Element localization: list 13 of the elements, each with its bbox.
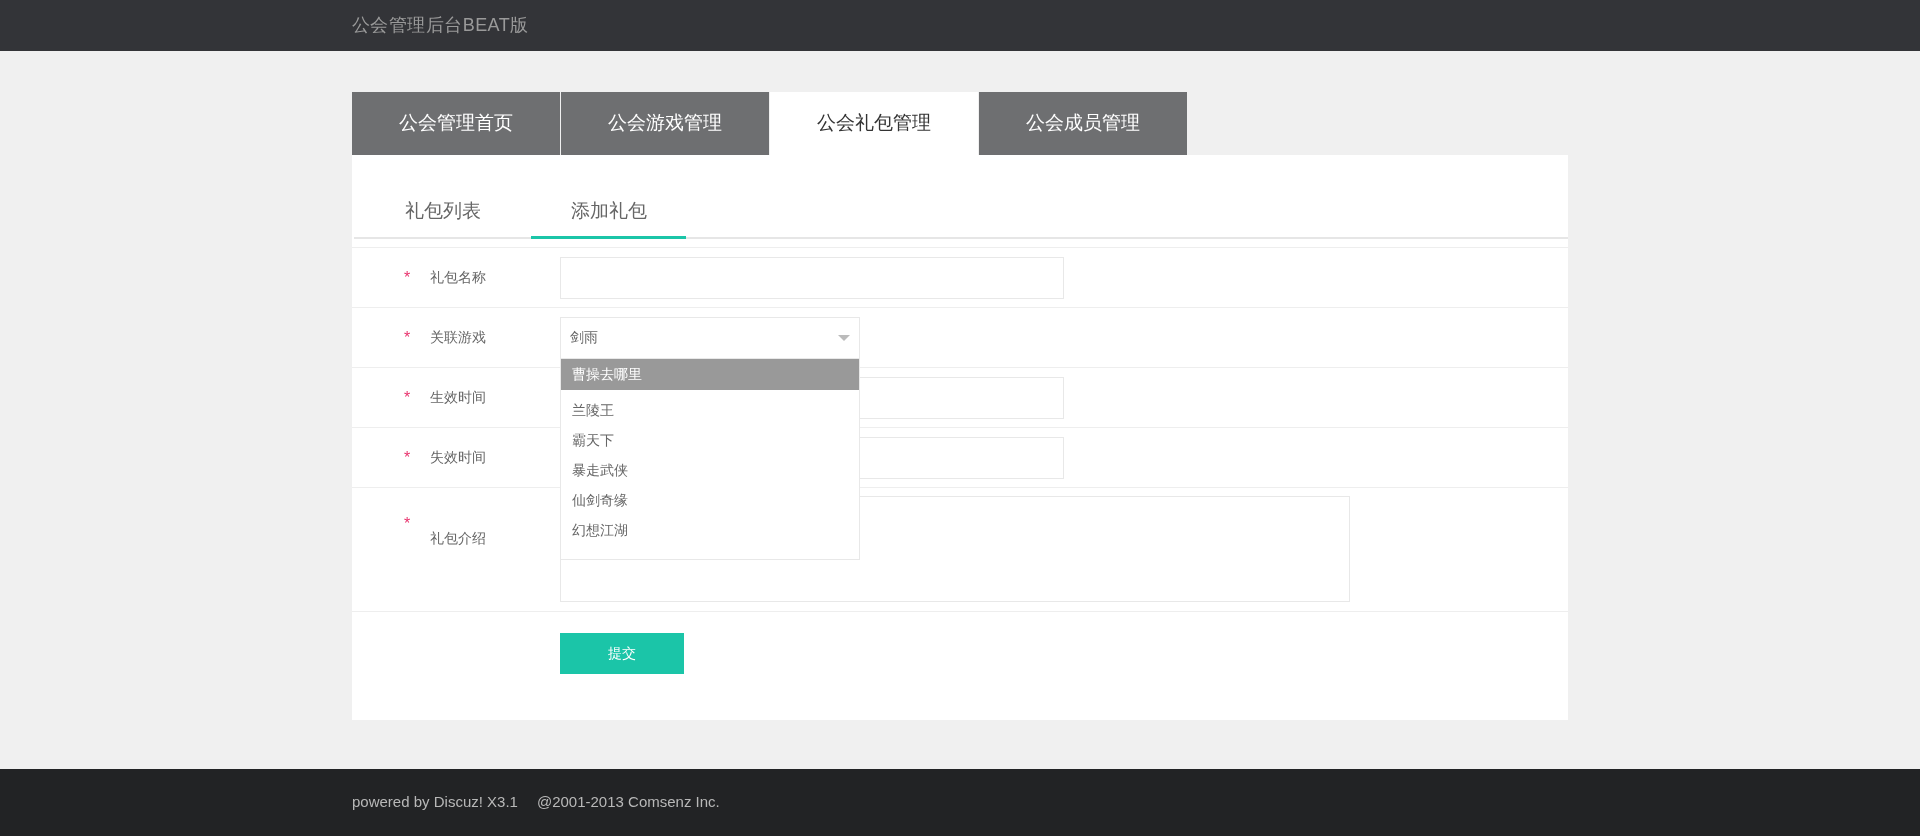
field-label: 礼包介绍 bbox=[430, 529, 486, 548]
required-asterisk: * bbox=[404, 268, 412, 288]
footer-text: @2001-2013 Comsenz Inc. bbox=[536, 792, 720, 813]
required-asterisk: * bbox=[404, 448, 412, 468]
field-label: 关联游戏 bbox=[430, 328, 486, 347]
required-asterisk: * bbox=[404, 388, 412, 408]
field-label: 生效时间 bbox=[430, 388, 486, 407]
required-asterisk: * bbox=[404, 328, 412, 348]
site-title: 公会管理后台BEAT版 bbox=[352, 14, 529, 37]
field-label: 失效时间 bbox=[430, 448, 486, 467]
required-asterisk: * bbox=[404, 514, 412, 534]
field-label: 礼包名称 bbox=[430, 268, 486, 287]
footer-text: powered by Discuz! X3.1 bbox=[352, 792, 518, 813]
